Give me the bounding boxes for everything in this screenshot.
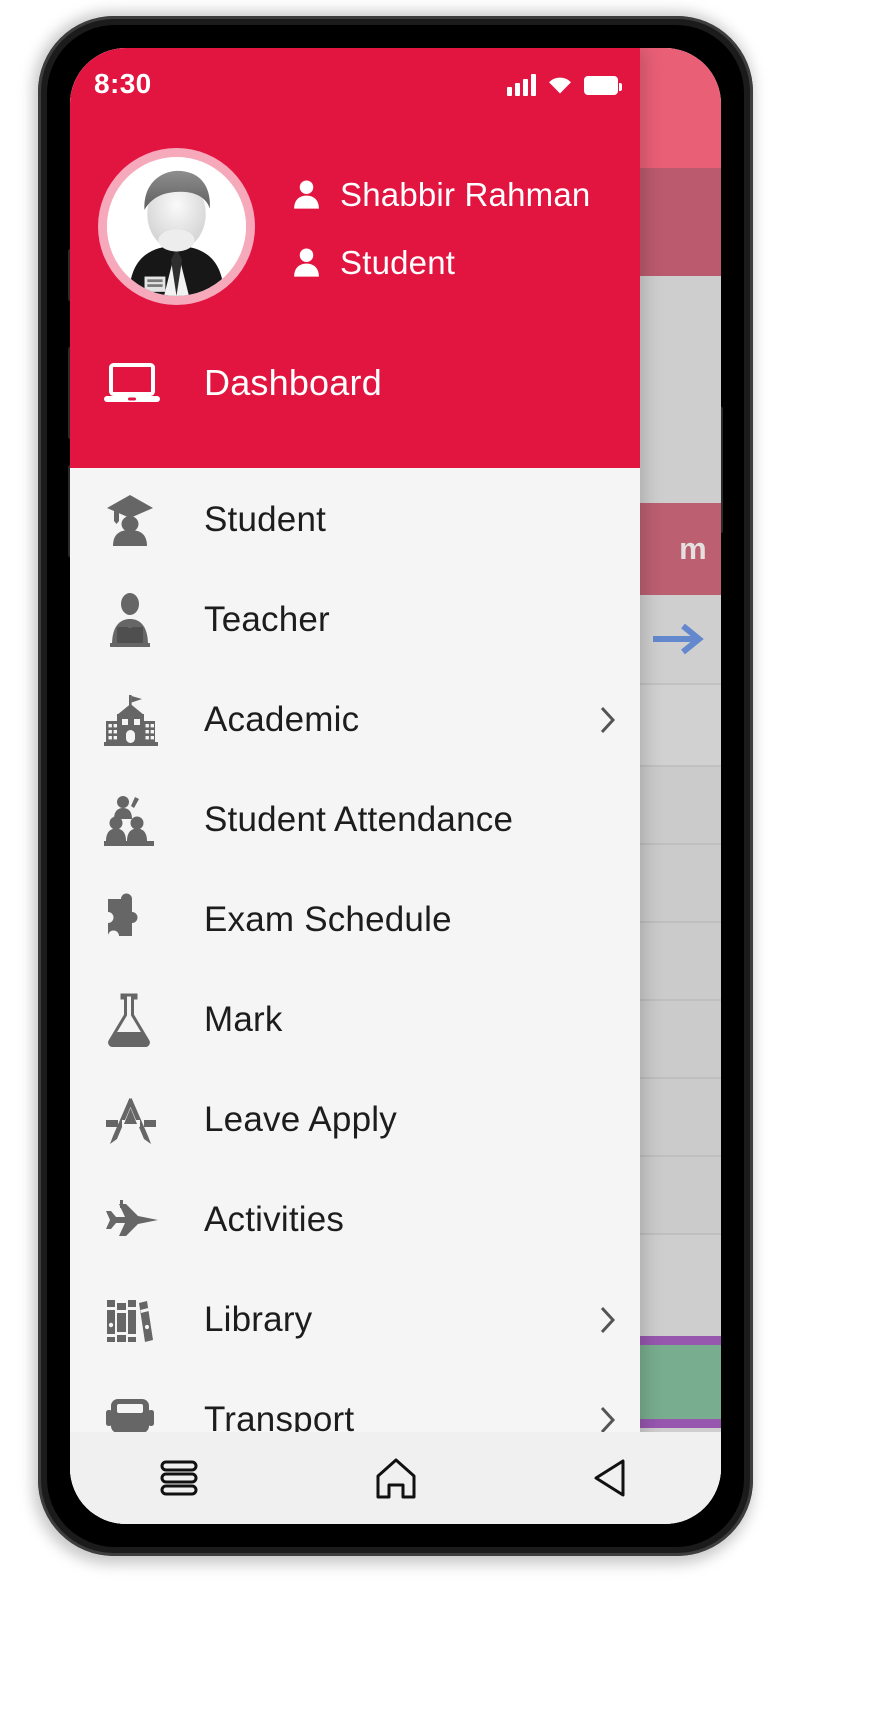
sidebar-item-library[interactable]: Library (70, 1270, 640, 1370)
sidebar-item-activities[interactable]: Activities (70, 1170, 640, 1270)
sidebar-item-label: Leave Apply (204, 1100, 397, 1139)
teacher-desk-icon (104, 593, 162, 647)
sidebar-item-label: Student (204, 500, 327, 539)
system-navigation-bar (70, 1432, 721, 1524)
laptop-icon (104, 361, 162, 405)
sidebar-item-label: Teacher (204, 600, 330, 639)
home-button[interactable] (350, 1445, 442, 1511)
battery-full-icon (584, 75, 622, 95)
sidebar-item-student-attendance[interactable]: Student Attendance (70, 770, 640, 870)
puzzle-piece-icon (104, 893, 162, 947)
sidebar-item-student[interactable]: Student (70, 470, 640, 570)
sidebar-item-label: Exam Schedule (204, 900, 452, 939)
drawer-header: 8:30 Shabbir Rahman Student Dashboard (70, 48, 640, 468)
back-button[interactable] (567, 1445, 659, 1511)
recent-apps-icon (160, 1460, 197, 1496)
graduation-cap-icon (104, 493, 162, 547)
flask-icon (104, 992, 162, 1048)
profile-name: Shabbir Rahman (340, 175, 591, 213)
sidebar-item-label: Activities (204, 1200, 345, 1239)
sidebar-item-label: Student Attendance (204, 800, 514, 839)
profile-role-row: Student (293, 244, 590, 282)
person-icon (294, 180, 319, 209)
sidebar-item-label: Dashboard (204, 362, 382, 403)
sidebar-item-leave-apply[interactable]: Leave Apply (70, 1070, 640, 1170)
avatar[interactable] (107, 157, 246, 296)
status-bar: 8:30 (70, 48, 640, 110)
sidebar-item-exam-schedule[interactable]: Exam Schedule (70, 870, 640, 970)
status-bar-clock: 8:30 (94, 68, 152, 99)
sidebar-item-dashboard[interactable]: Dashboard (70, 329, 640, 437)
drafting-compass-icon (104, 1094, 162, 1146)
chevron-right-icon (600, 1406, 616, 1434)
recents-button[interactable] (133, 1445, 225, 1511)
jet-plane-icon (104, 1199, 162, 1241)
sidebar-item-label: Academic (204, 700, 360, 739)
chevron-right-icon (600, 706, 616, 734)
back-icon (594, 1459, 624, 1497)
cellular-signal-icon (507, 74, 536, 96)
classroom-people-icon (104, 793, 162, 847)
screenshot-root: m Sat 4 11 18 25 1 8 6 li (0, 0, 885, 1710)
books-icon (104, 1294, 162, 1346)
sidebar-item-teacher[interactable]: Teacher (70, 570, 640, 670)
sidebar-item-mark[interactable]: Mark (70, 970, 640, 1070)
chevron-right-icon (600, 1306, 616, 1334)
sidebar-item-academic[interactable]: Academic (70, 670, 640, 770)
school-building-icon (104, 693, 162, 747)
user-avatar-photo (107, 157, 246, 296)
sidebar-item-label: Library (204, 1300, 313, 1339)
profile-meta: Shabbir Rahman Student (293, 176, 590, 282)
phone-screen: m Sat 4 11 18 25 1 8 6 li (70, 48, 721, 1524)
profile-role: Student (340, 243, 456, 281)
person-icon (294, 248, 319, 277)
profile-section[interactable]: Shabbir Rahman Student (70, 110, 640, 305)
profile-name-row: Shabbir Rahman (293, 176, 590, 214)
home-icon (376, 1458, 415, 1499)
navigation-drawer: 8:30 Shabbir Rahman Student Dashboard St… (70, 48, 640, 1524)
avatar-ring (98, 148, 255, 305)
sidebar-item-label: Mark (204, 1000, 283, 1039)
status-bar-icons (507, 74, 622, 96)
wifi-icon (549, 77, 571, 93)
sidebar-menu-list: Student Teacher Academic Student Attenda… (70, 468, 640, 1470)
